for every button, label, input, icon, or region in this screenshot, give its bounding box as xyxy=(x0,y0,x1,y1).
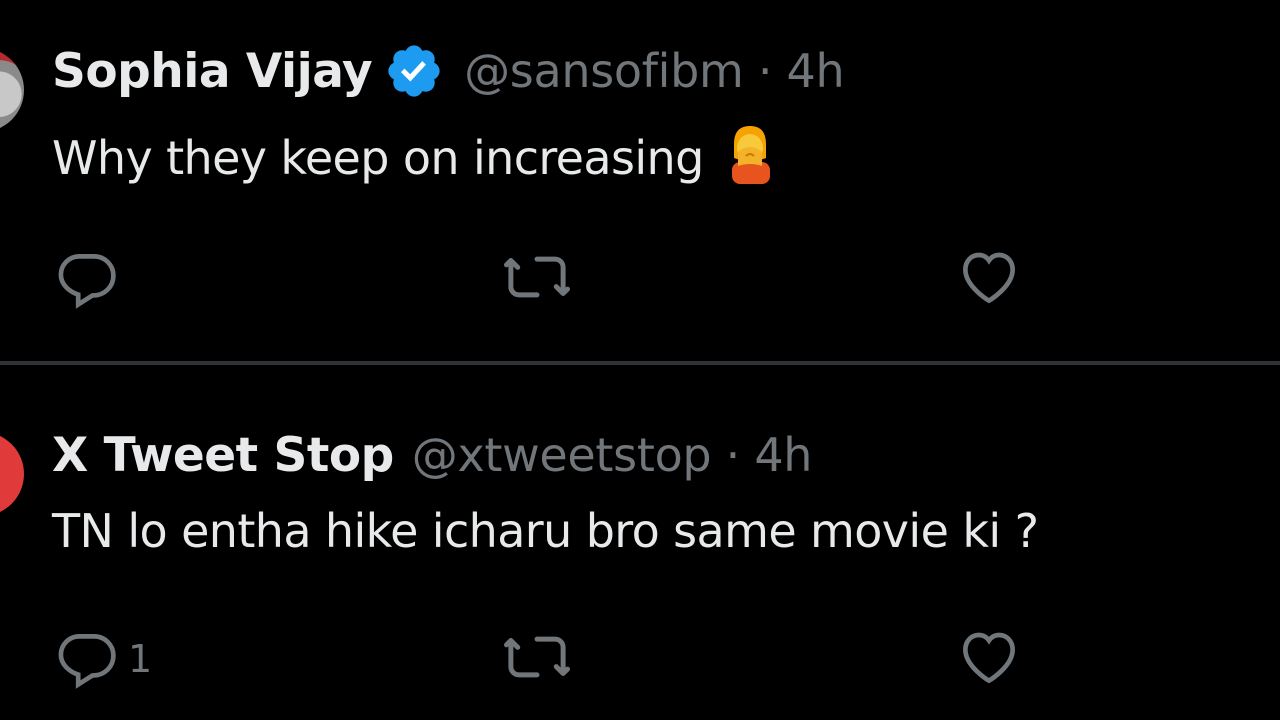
handle-and-time: @sansofibm · 4h xyxy=(464,44,845,98)
verified-badge-icon xyxy=(384,41,444,101)
separator: · xyxy=(725,428,741,482)
retweet-button[interactable] xyxy=(504,244,578,314)
tweet-text-content: TN lo entha hike icharu bro same movie k… xyxy=(52,504,1039,558)
like-button[interactable] xyxy=(956,624,1030,694)
reply-count: 1 xyxy=(128,637,153,681)
tweet-header: Sophia Vijay @sansofibm · 4h xyxy=(52,38,845,104)
retweet-icon xyxy=(504,624,570,694)
tweet-text: TN lo entha hike icharu bro same movie k… xyxy=(52,504,1039,558)
display-name[interactable]: Sophia Vijay xyxy=(52,44,373,99)
tweet-divider xyxy=(0,361,1280,365)
tweet-header: X Tweet Stop @xtweetstop · 4h xyxy=(52,422,812,488)
handle-and-time: @xtweetstop · 4h xyxy=(412,428,813,482)
timestamp[interactable]: 4h xyxy=(787,44,845,98)
retweet-icon xyxy=(504,244,570,314)
heart-icon xyxy=(956,244,1022,314)
reply-button[interactable] xyxy=(54,244,128,314)
tweet-text: Why they keep on increasing xyxy=(52,122,776,185)
handle[interactable]: @sansofibm xyxy=(464,44,744,98)
tweet-actions xyxy=(0,244,1280,314)
handle[interactable]: @xtweetstop xyxy=(412,428,712,482)
separator: · xyxy=(757,44,773,98)
tweet[interactable]: X Tweet Stop @xtweetstop · 4h TN lo enth… xyxy=(0,366,1280,720)
reply-icon xyxy=(54,244,120,314)
tweet-text-content: Why they keep on increasing xyxy=(52,131,704,185)
tweet-actions: 1 xyxy=(0,624,1280,694)
reply-button[interactable]: 1 xyxy=(54,624,152,694)
display-name[interactable]: X Tweet Stop xyxy=(52,428,394,483)
like-button[interactable] xyxy=(956,244,1030,314)
face-palm-emoji-icon xyxy=(724,122,776,184)
avatar[interactable] xyxy=(0,432,24,516)
heart-icon xyxy=(956,624,1022,694)
avatar[interactable] xyxy=(0,48,24,132)
reply-icon xyxy=(54,624,120,694)
timestamp[interactable]: 4h xyxy=(754,428,812,482)
retweet-button[interactable] xyxy=(504,624,578,694)
tweet[interactable]: Sophia Vijay @sansofibm · 4h Why they ke… xyxy=(0,0,1280,362)
